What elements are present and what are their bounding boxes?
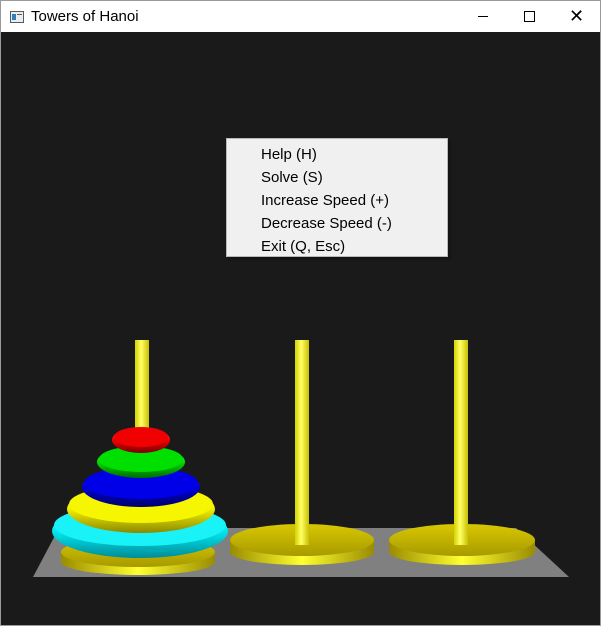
peg-rod-3 [454,340,468,545]
context-menu: Help (H) Solve (S) Increase Speed (+) De… [226,138,448,257]
app-icon [10,10,24,23]
app-window: Towers of Hanoi ✕ Help (H) Solve (S) Inc… [0,0,601,626]
minimize-button[interactable] [459,1,506,32]
disk-1[interactable] [112,427,170,453]
menu-item-help[interactable]: Help (H) [227,143,447,166]
menu-item-solve[interactable]: Solve (S) [227,166,447,189]
minimize-icon [477,16,488,17]
window-title: Towers of Hanoi [31,8,139,25]
close-button[interactable]: ✕ [553,1,600,32]
game-viewport[interactable]: Help (H) Solve (S) Increase Speed (+) De… [1,32,600,625]
menu-item-increase-speed[interactable]: Increase Speed (+) [227,189,447,212]
close-icon: ✕ [568,6,585,26]
peg-rod-2 [295,340,309,545]
window-controls: ✕ [459,1,600,32]
menu-item-decrease-speed[interactable]: Decrease Speed (-) [227,212,447,235]
menu-item-exit[interactable]: Exit (Q, Esc) [227,235,447,258]
title-bar[interactable]: Towers of Hanoi ✕ [1,1,600,32]
maximize-button[interactable] [506,1,553,32]
hanoi-scene[interactable] [1,32,600,625]
maximize-icon [524,11,535,22]
